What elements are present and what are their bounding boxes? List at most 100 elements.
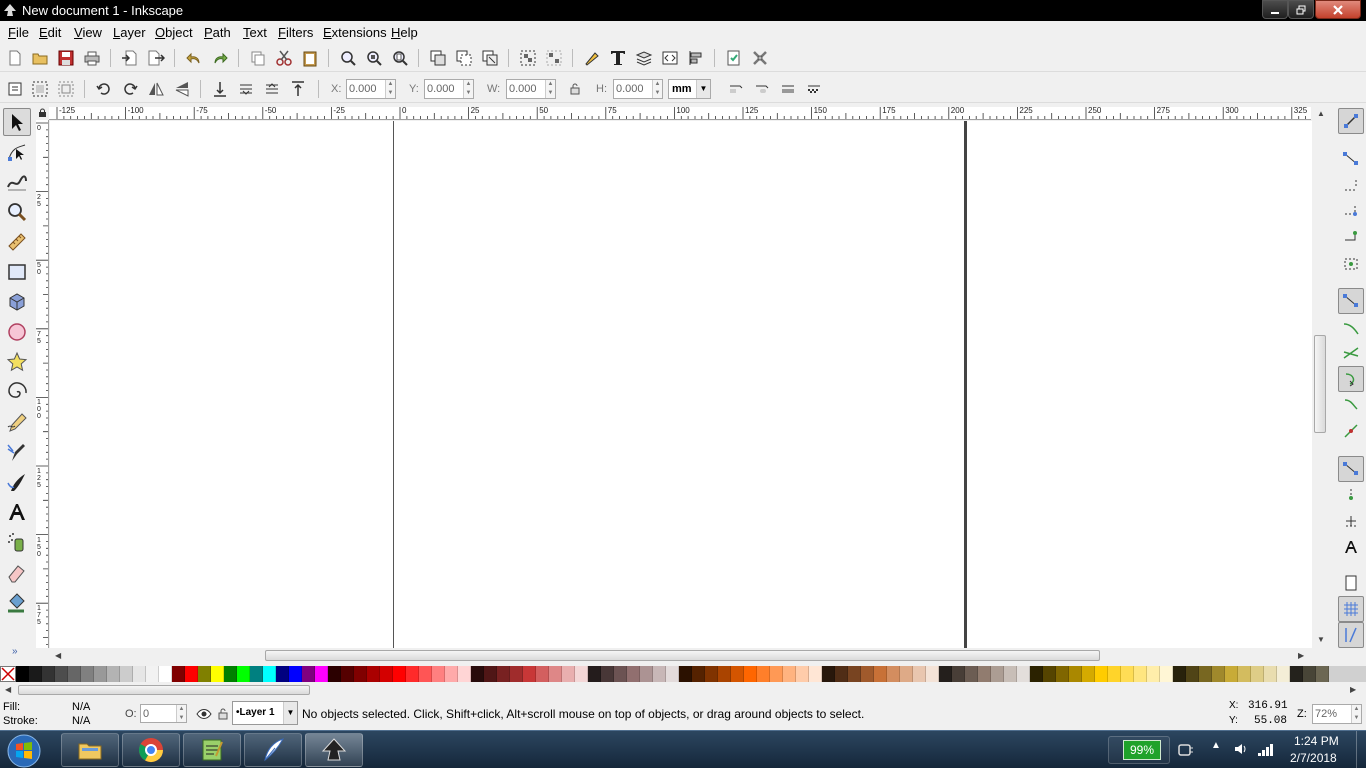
x-spinbox[interactable]: ▲▼ — [346, 79, 396, 99]
align-distribute-button[interactable] — [686, 48, 706, 68]
color-swatch[interactable] — [809, 666, 822, 682]
color-swatch[interactable] — [302, 666, 315, 682]
color-swatch[interactable] — [315, 666, 328, 682]
spray-tool[interactable] — [3, 528, 31, 556]
color-swatch[interactable] — [55, 666, 68, 682]
color-swatch[interactable] — [354, 666, 367, 682]
color-swatch[interactable] — [1095, 666, 1108, 682]
vertical-scroll-thumb[interactable] — [1314, 335, 1326, 433]
color-swatch[interactable] — [1056, 666, 1069, 682]
snap-text-baseline-button[interactable] — [1338, 534, 1364, 560]
close-button[interactable] — [1315, 0, 1361, 19]
more-tools-icon[interactable]: » — [12, 646, 18, 657]
color-swatch[interactable] — [848, 666, 861, 682]
color-swatch[interactable] — [172, 666, 185, 682]
raise-button[interactable] — [262, 79, 282, 99]
h-spinbox[interactable]: ▲▼ — [613, 79, 663, 99]
color-swatch[interactable] — [640, 666, 653, 682]
cut-button[interactable] — [274, 48, 294, 68]
color-swatch[interactable] — [484, 666, 497, 682]
color-swatch[interactable] — [1251, 666, 1264, 682]
color-swatch[interactable] — [1225, 666, 1238, 682]
color-swatch[interactable] — [1043, 666, 1056, 682]
color-swatch[interactable] — [679, 666, 692, 682]
snap-grids-button[interactable] — [1338, 596, 1364, 622]
show-hidden-icons-icon[interactable]: ▲ — [1211, 740, 1221, 751]
color-swatch[interactable] — [731, 666, 744, 682]
color-swatch[interactable] — [1108, 666, 1121, 682]
clock-date[interactable]: 2/7/2018 — [1290, 751, 1337, 765]
guide-lock-button[interactable] — [36, 106, 48, 119]
stroke-indicator[interactable]: N/A — [72, 715, 90, 727]
snap-object-centers-button[interactable] — [1338, 482, 1364, 508]
pen-tool[interactable] — [3, 438, 31, 466]
rotate-cw-button[interactable] — [120, 79, 140, 99]
color-swatch[interactable] — [419, 666, 432, 682]
clock-time[interactable]: 1:24 PM — [1294, 734, 1339, 748]
color-swatch[interactable] — [536, 666, 549, 682]
show-desktop-button[interactable] — [1356, 731, 1366, 768]
color-swatch[interactable] — [692, 666, 705, 682]
color-swatch[interactable] — [341, 666, 354, 682]
color-swatch[interactable] — [185, 666, 198, 682]
unlink-clone-button[interactable] — [480, 48, 500, 68]
snap-guides-button[interactable] — [1338, 622, 1364, 648]
color-swatch[interactable] — [796, 666, 809, 682]
color-swatch[interactable] — [68, 666, 81, 682]
color-swatch[interactable] — [1186, 666, 1199, 682]
color-swatch[interactable] — [1264, 666, 1277, 682]
measure-tool[interactable] — [3, 228, 31, 256]
color-swatch[interactable] — [1212, 666, 1225, 682]
color-swatch[interactable] — [627, 666, 640, 682]
menu-filters[interactable]: Filters — [278, 25, 313, 40]
transform-gradients-button[interactable] — [778, 79, 798, 99]
color-swatch[interactable] — [770, 666, 783, 682]
menu-extensions[interactable]: Extensions — [323, 25, 387, 40]
spiral-tool[interactable] — [3, 378, 31, 406]
snap-intersections-button[interactable] — [1338, 340, 1364, 366]
w-input[interactable] — [509, 82, 545, 96]
color-swatch[interactable] — [29, 666, 42, 682]
snap-line-midpoints-button[interactable] — [1338, 418, 1364, 444]
restore-button[interactable] — [1288, 0, 1314, 19]
color-swatch[interactable] — [653, 666, 666, 682]
snap-smooth-nodes-button[interactable] — [1338, 392, 1364, 418]
color-swatch[interactable] — [835, 666, 848, 682]
color-swatch[interactable] — [939, 666, 952, 682]
w-spinbox[interactable]: ▲▼ — [506, 79, 556, 99]
color-swatch[interactable] — [458, 666, 471, 682]
duplicate-button[interactable] — [428, 48, 448, 68]
snap-toggle-button[interactable] — [1338, 108, 1364, 134]
scale-stroke-button[interactable] — [726, 79, 746, 99]
color-swatch[interactable] — [510, 666, 523, 682]
h-input[interactable] — [616, 82, 652, 96]
no-paint-swatch[interactable] — [0, 666, 16, 682]
layers-button[interactable] — [634, 48, 654, 68]
color-swatch[interactable] — [42, 666, 55, 682]
color-swatch[interactable] — [107, 666, 120, 682]
power-plug-icon[interactable] — [1176, 741, 1194, 759]
y-spinbox[interactable]: ▲▼ — [424, 79, 474, 99]
color-swatch[interactable] — [900, 666, 913, 682]
color-swatch[interactable] — [250, 666, 263, 682]
color-swatch[interactable] — [666, 666, 679, 682]
snap-nodes-button[interactable] — [1338, 288, 1364, 314]
deselect-button[interactable] — [56, 79, 76, 99]
group-button[interactable] — [518, 48, 538, 68]
taskbar-notepad[interactable] — [183, 733, 241, 767]
text-tool[interactable] — [3, 498, 31, 526]
unit-select[interactable]: mm ▼ — [668, 79, 711, 99]
snap-bbox-corners-button[interactable] — [1338, 198, 1364, 224]
select-all-button[interactable] — [5, 79, 25, 99]
color-swatch[interactable] — [549, 666, 562, 682]
import-button[interactable] — [120, 48, 140, 68]
taskbar-explorer[interactable] — [61, 733, 119, 767]
color-swatch[interactable] — [601, 666, 614, 682]
open-button[interactable] — [30, 48, 50, 68]
rectangle-tool[interactable] — [3, 258, 31, 286]
save-button[interactable] — [56, 48, 76, 68]
palette-scrollbar[interactable]: ◀ ▶ — [0, 683, 1366, 697]
opacity-input[interactable] — [143, 707, 179, 721]
menu-file[interactable]: File — [8, 25, 29, 40]
y-input[interactable] — [427, 82, 463, 96]
